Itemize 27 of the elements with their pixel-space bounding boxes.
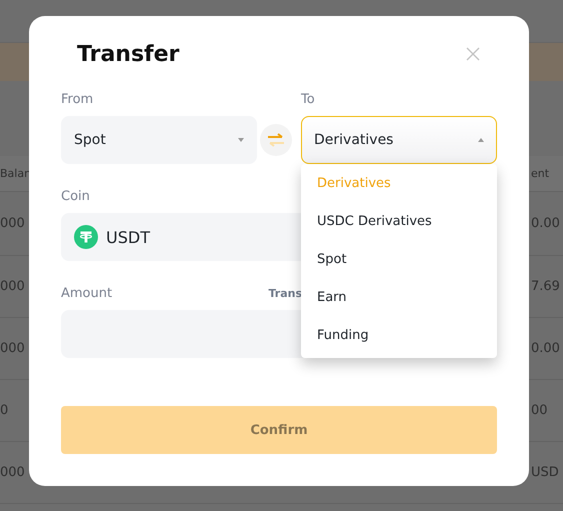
table-cell: 000: [0, 216, 25, 231]
transfer-hint: Trans: [268, 286, 302, 302]
to-select[interactable]: Derivatives: [301, 116, 497, 164]
table-cell-text: 00: [531, 403, 549, 418]
caret-icon: [478, 138, 484, 142]
table-cell-text: 7.69: [531, 279, 561, 294]
swap-arrows-icon: [267, 133, 285, 147]
table-cell: 000: [0, 279, 25, 294]
table-cell-text: 0.00: [531, 341, 561, 356]
dialog-title: Transfer: [77, 42, 180, 66]
field-label: Coin: [61, 188, 91, 206]
dropdown-option[interactable]: Earn: [301, 278, 497, 316]
table-cell-text: USD: [531, 465, 560, 480]
from-select[interactable]: Spot: [61, 116, 257, 164]
close-icon[interactable]: [466, 47, 480, 61]
table-cell: 000: [0, 465, 25, 480]
field-label: To: [301, 91, 316, 109]
swap-button[interactable]: [260, 124, 292, 156]
field-label: Amount: [61, 285, 112, 303]
dropdown-option[interactable]: Funding: [301, 316, 497, 354]
table-cell-text: 0.00: [531, 216, 561, 231]
table-cell: 000: [0, 341, 25, 356]
coin-icon: [74, 225, 98, 249]
table-cell: 0: [0, 403, 8, 418]
caret-icon: [238, 138, 244, 142]
column-header: ent: [531, 167, 550, 180]
field-label: From: [61, 91, 94, 109]
